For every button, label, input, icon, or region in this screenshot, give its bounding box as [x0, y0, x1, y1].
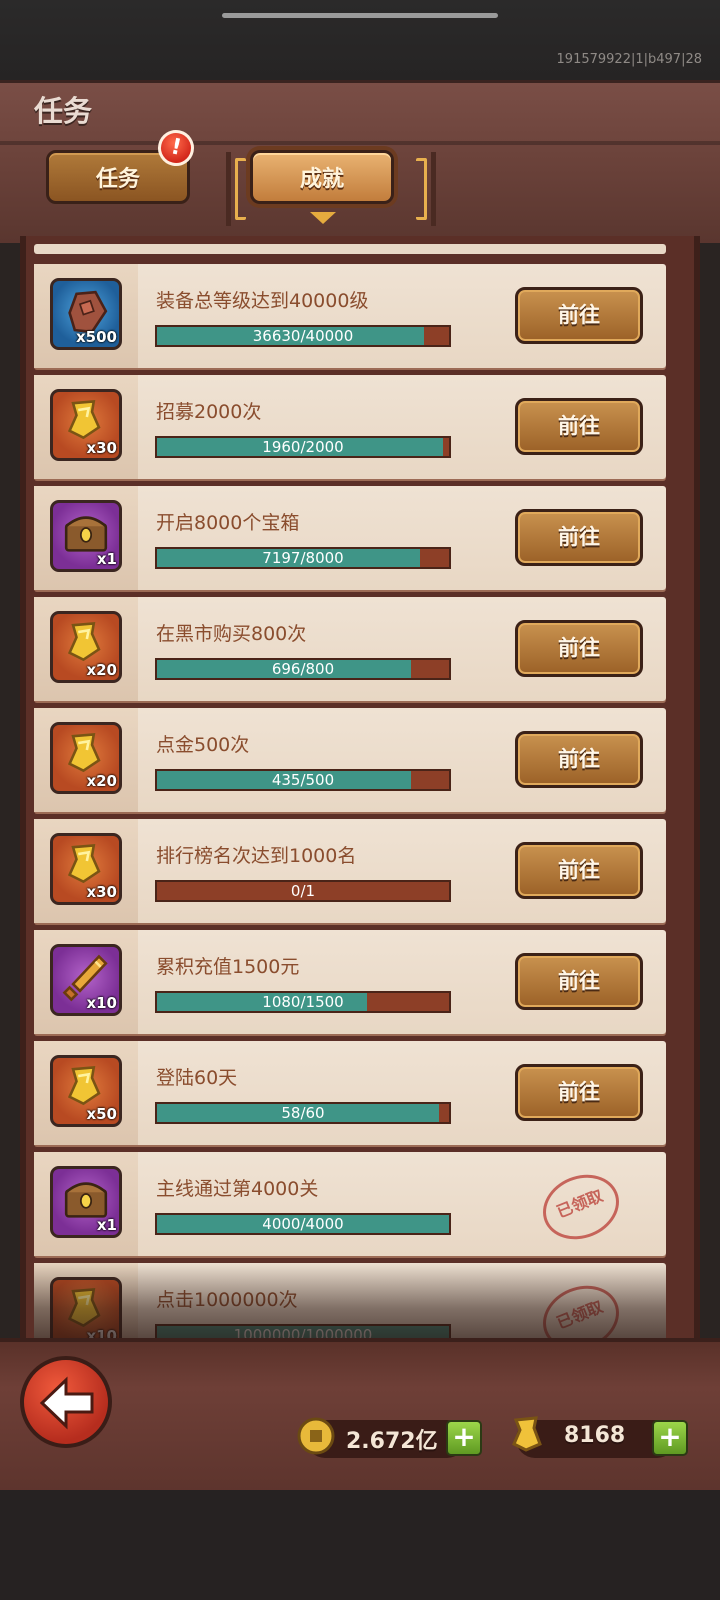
achievement-row: x50 登陆60天 58/60 前往: [34, 1041, 666, 1145]
list-top-edge: [34, 244, 666, 254]
achievement-row: x30 招募2000次 1960/2000 前往: [34, 375, 666, 479]
build-id: 191579922|1|b497|28: [556, 52, 702, 67]
achievement-row: x20 在黑市购买800次 696/800 前往: [34, 597, 666, 701]
active-tab-pointer: [310, 212, 336, 224]
reward-item[interactable]: x500: [50, 278, 122, 350]
reward-quantity: x50: [86, 1105, 117, 1123]
achievement-row: x1 主线通过第4000关 4000/4000 已领取: [34, 1152, 666, 1256]
reward-cell: x30: [34, 375, 138, 479]
progress-bar: 1960/2000: [155, 436, 451, 458]
list-fade: [34, 1262, 666, 1346]
progress-bar: 4000/4000: [155, 1213, 451, 1235]
reward-item[interactable]: x50: [50, 1055, 122, 1127]
progress-text: 36630/40000: [252, 327, 354, 345]
nav-area: [0, 1490, 720, 1600]
task-title: 招募2000次: [156, 401, 262, 423]
achievement-row: x10 累积充值1500元 1080/1500 前往: [34, 930, 666, 1034]
go-button[interactable]: 前往: [515, 509, 643, 566]
add-scrolls-button[interactable]: +: [652, 1420, 688, 1456]
scroll-amount: 8168: [564, 1423, 626, 1448]
achievement-row: x500 装备总等级达到40000级 36630/40000 前往: [34, 264, 666, 368]
reward-cell: x1: [34, 486, 138, 590]
progress-text: 4000/4000: [262, 1215, 344, 1233]
progress-text: 435/500: [271, 771, 335, 789]
go-button[interactable]: 前往: [515, 1064, 643, 1121]
home-indicator: [222, 13, 498, 18]
back-arrow-icon: [39, 1376, 94, 1430]
reward-quantity: x1: [96, 550, 117, 568]
go-button[interactable]: 前往: [515, 287, 643, 344]
reward-cell: x30: [34, 819, 138, 923]
task-title: 装备总等级达到40000级: [156, 290, 369, 312]
reward-item[interactable]: x30: [50, 833, 122, 905]
progress-text: 7197/8000: [262, 549, 344, 567]
reward-cell: x1: [34, 1152, 138, 1256]
page-title: 任务: [34, 94, 93, 128]
back-button[interactable]: [20, 1356, 112, 1448]
progress-bar: 435/500: [155, 769, 451, 791]
progress-bar: 36630/40000: [155, 325, 451, 347]
task-title: 主线通过第4000关: [156, 1178, 319, 1200]
go-button[interactable]: 前往: [515, 842, 643, 899]
add-coins-button[interactable]: +: [446, 1420, 482, 1456]
go-button[interactable]: 前往: [515, 620, 643, 677]
progress-text: 1960/2000: [262, 438, 344, 456]
achievement-row: x1 开启8000个宝箱 7197/8000 前往: [34, 486, 666, 590]
task-title: 在黑市购买800次: [156, 623, 307, 645]
progress-bar: 0/1: [155, 880, 451, 902]
reward-item[interactable]: x10: [50, 944, 122, 1016]
task-title: 点金500次: [156, 734, 250, 756]
tab-achievements[interactable]: 成就: [250, 150, 394, 204]
task-title: 累积充值1500元: [156, 956, 300, 978]
reward-item[interactable]: x20: [50, 611, 122, 683]
reward-cell: x20: [34, 597, 138, 701]
reward-item[interactable]: x1: [50, 500, 122, 572]
reward-quantity: x20: [86, 661, 117, 679]
coin-amount: 2.672亿: [346, 1429, 438, 1454]
reward-quantity: x1: [96, 1216, 117, 1234]
gold-scroll-icon: [512, 1416, 542, 1452]
reward-cell: x10: [34, 930, 138, 1034]
task-title: 排行榜名次达到1000名: [156, 845, 357, 867]
coin-icon: [297, 1417, 335, 1455]
go-button[interactable]: 前往: [515, 731, 643, 788]
go-button[interactable]: 前往: [515, 398, 643, 455]
progress-text: 1080/1500: [262, 993, 344, 1011]
task-title: 开启8000个宝箱: [156, 512, 300, 534]
reward-item[interactable]: x20: [50, 722, 122, 794]
reward-quantity: x30: [86, 883, 117, 901]
progress-bar: 58/60: [155, 1102, 451, 1124]
status-bar: 191579922|1|b497|28: [0, 0, 720, 80]
progress-bar: 7197/8000: [155, 547, 451, 569]
reward-cell: x500: [34, 264, 138, 368]
progress-text: 0/1: [290, 882, 316, 900]
progress-bar: 1080/1500: [155, 991, 451, 1013]
claimed-stamp: 已领取: [533, 1163, 629, 1251]
reward-item[interactable]: x30: [50, 389, 122, 461]
task-title: 登陆60天: [156, 1067, 238, 1089]
reward-cell: x50: [34, 1041, 138, 1145]
progress-text: 696/800: [271, 660, 335, 678]
reward-quantity: x10: [86, 994, 117, 1012]
progress-text: 58/60: [281, 1104, 325, 1122]
progress-bar: 696/800: [155, 658, 451, 680]
achievement-row: x20 点金500次 435/500 前往: [34, 708, 666, 812]
reward-cell: x20: [34, 708, 138, 812]
reward-item[interactable]: x1: [50, 1166, 122, 1238]
reward-quantity: x30: [86, 439, 117, 457]
achievement-list[interactable]: x500 装备总等级达到40000级 36630/40000 前往 x30 招募…: [34, 264, 666, 1374]
achievement-row: x30 排行榜名次达到1000名 0/1 前往: [34, 819, 666, 923]
reward-quantity: x500: [76, 328, 117, 346]
reward-quantity: x20: [86, 772, 117, 790]
go-button[interactable]: 前往: [515, 953, 643, 1010]
